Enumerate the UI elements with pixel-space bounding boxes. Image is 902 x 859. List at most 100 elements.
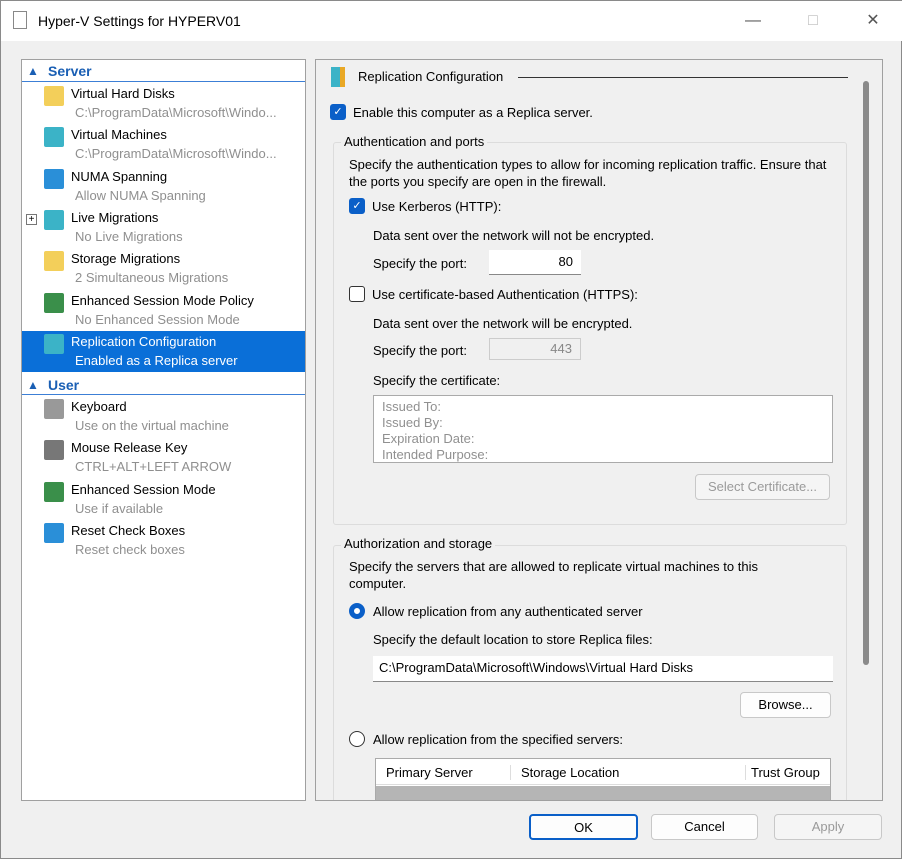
cancel-button[interactable]: Cancel	[651, 814, 758, 840]
certificate-note: Data sent over the network will be encry…	[373, 316, 633, 331]
servers-table[interactable]: Primary Server Storage Location Trust Gr…	[375, 758, 831, 800]
tree-item[interactable]: Enhanced Session Mode Policy No Enhanced …	[22, 290, 305, 331]
certificate-field: Issued By:	[382, 415, 443, 430]
tree-item-subtitle: No Live Migrations	[75, 228, 183, 244]
settings-panel: Replication Configuration ✓ Enable this …	[315, 59, 883, 801]
select-certificate-button[interactable]: Select Certificate...	[695, 474, 830, 500]
tree-item-title: Live Migrations	[71, 209, 159, 225]
certificate-field: Expiration Date:	[382, 431, 475, 446]
tree-item[interactable]: Replication Configuration Enabled as a Re…	[22, 330, 305, 372]
table-row[interactable]	[376, 786, 830, 800]
tree-item[interactable]: Storage Migrations 2 Simultaneous Migrati…	[22, 248, 305, 289]
tree-item-title: Storage Migrations	[71, 251, 181, 267]
monitor-icon	[44, 168, 64, 189]
server-migration-icon	[44, 209, 64, 230]
certificate-spec-label: Specify the certificate:	[373, 373, 501, 388]
kerberos-port-label: Specify the port:	[373, 256, 467, 271]
column-primary-server[interactable]: Primary Server	[386, 765, 511, 780]
enable-replica-label: Enable this computer as a Replica server…	[353, 105, 593, 120]
panel-heading: Replication Configuration	[358, 69, 504, 84]
tree-item-subtitle: CTRL+ALT+LEFT ARROW	[75, 459, 232, 475]
reset-checkbox-icon	[44, 522, 64, 543]
ok-button[interactable]: OK	[529, 814, 638, 840]
column-storage-location[interactable]: Storage Location	[521, 765, 746, 780]
title-bar: Hyper-V Settings for HYPERV01 — □ ✕	[1, 1, 902, 41]
tree-item-subtitle: No Enhanced Session Mode	[75, 311, 240, 327]
collapse-chevron-icon: ▲	[27, 378, 39, 392]
category-label: Server	[48, 63, 92, 79]
session-icon	[44, 481, 64, 502]
tree-item-subtitle: Use on the virtual machine	[75, 418, 229, 433]
tree-item-title: NUMA Spanning	[71, 168, 168, 184]
collapse-chevron-icon: ▲	[27, 64, 39, 78]
auth-description: Specify the authentication types to allo…	[349, 157, 827, 189]
maximize-button[interactable]: □	[798, 9, 828, 33]
kerberos-label: Use Kerberos (HTTP):	[372, 199, 502, 214]
tree-item-title: Enhanced Session Mode Policy	[71, 292, 254, 308]
kerberos-port-input[interactable]: 80	[489, 250, 581, 275]
tree-item-subtitle: C:\ProgramData\Microsoft\Windo...	[75, 146, 277, 162]
panel-scrollbar[interactable]	[863, 81, 869, 665]
storage-group-title: Authorization and storage	[341, 536, 496, 551]
tree-item-title: Keyboard	[71, 399, 127, 414]
minimize-button[interactable]: —	[738, 9, 768, 33]
tree-item[interactable]: NUMA Spanning Allow NUMA Spanning	[22, 166, 305, 207]
tree-item-title: Enhanced Session Mode	[71, 481, 216, 497]
certificate-port-input[interactable]: 443	[489, 338, 581, 360]
tree-item-title: Reset Check Boxes	[71, 522, 186, 538]
tree-item-subtitle: Enabled as a Replica server	[75, 352, 238, 368]
tree-item[interactable]: Enhanced Session Mode Use if available	[22, 479, 305, 520]
tree-item[interactable]: Keyboard Use on the virtual machine	[22, 396, 305, 437]
session-policy-icon	[44, 292, 64, 313]
certificate-auth-label: Use certificate-based Authentication (HT…	[372, 287, 638, 302]
allow-specified-servers-label: Allow replication from the specified ser…	[373, 732, 623, 747]
allow-any-server-radio[interactable]	[349, 603, 365, 619]
tree-item-title: Mouse Release Key	[71, 440, 188, 456]
location-input[interactable]: C:\ProgramData\Microsoft\Windows\Virtual…	[373, 656, 833, 682]
replication-icon	[44, 333, 64, 354]
apply-button[interactable]: Apply	[774, 814, 882, 840]
tree-item[interactable]: Virtual Machines C:\ProgramData\Microsoft…	[22, 124, 305, 165]
certificate-field: Intended Purpose:	[382, 447, 489, 462]
replication-icon	[331, 67, 345, 87]
category-server[interactable]: ▲ Server	[22, 60, 305, 82]
kerberos-checkbox[interactable]: ✓	[349, 198, 365, 214]
settings-tree[interactable]: ▲ Server Virtual Hard Disks C:\ProgramData…	[21, 59, 306, 801]
keyboard-icon	[44, 399, 64, 419]
tree-item-subtitle: Reset check boxes	[75, 541, 185, 557]
certificate-port-label: Specify the port:	[373, 343, 467, 358]
tree-item-title: Virtual Hard Disks	[71, 86, 175, 101]
storage-description: Specify the servers that are allowed to …	[349, 559, 758, 591]
allow-specified-servers-radio[interactable]	[349, 731, 365, 747]
vm-folder-icon	[44, 127, 64, 148]
table-header: Primary Server Storage Location Trust Gr…	[376, 759, 830, 785]
certificate-info-box: Issued To: Issued By: Expiration Date: Inte…	[373, 395, 833, 463]
tree-item[interactable]: Mouse Release Key CTRL+ALT+LEFT ARROW	[22, 437, 305, 478]
enable-replica-checkbox[interactable]: ✓	[330, 104, 346, 120]
tree-item[interactable]: Reset Check Boxes Reset check boxes	[22, 520, 305, 561]
heading-divider	[518, 77, 848, 78]
category-label: User	[48, 377, 80, 393]
category-user[interactable]: ▲ User	[22, 373, 305, 395]
expand-icon[interactable]: +	[26, 213, 37, 225]
storage-migration-icon	[44, 251, 64, 272]
tree-item-title: Replication Configuration	[71, 333, 217, 349]
column-trust-group[interactable]: Trust Group	[751, 765, 820, 780]
tree-item-subtitle: Use if available	[75, 500, 164, 516]
settings-app-icon	[13, 11, 27, 29]
window-title: Hyper-V Settings for HYPERV01	[38, 13, 241, 29]
hard-disk-folder-icon	[44, 86, 64, 106]
auth-group-title: Authentication and ports	[341, 134, 488, 149]
mouse-key-icon	[44, 440, 64, 461]
tree-item[interactable]: + Live Migrations No Live Migrations	[22, 207, 305, 248]
kerberos-note: Data sent over the network will not be e…	[373, 228, 655, 243]
location-label: Specify the default location to store Re…	[373, 632, 653, 647]
tree-item-title: Virtual Machines	[71, 127, 167, 143]
close-button[interactable]: ✕	[858, 9, 888, 33]
browse-button[interactable]: Browse...	[740, 692, 831, 718]
tree-item[interactable]: Virtual Hard Disks C:\ProgramData\Microso…	[22, 83, 305, 124]
certificate-field: Issued To:	[382, 399, 442, 414]
tree-item-subtitle: 2 Simultaneous Migrations	[75, 270, 229, 286]
certificate-auth-checkbox[interactable]	[349, 286, 365, 302]
tree-item-subtitle: C:\ProgramData\Microsoft\Windo...	[75, 105, 277, 120]
